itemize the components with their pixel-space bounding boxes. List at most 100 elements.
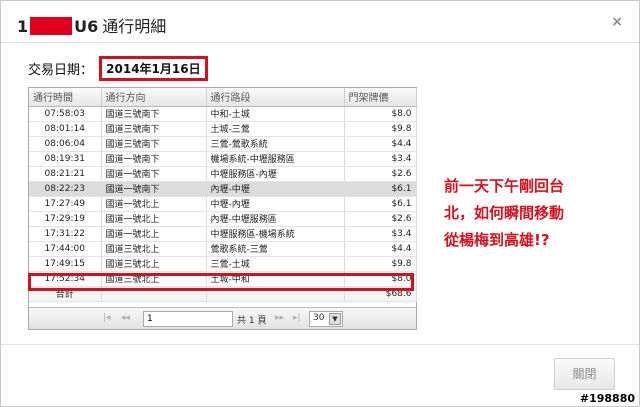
cell-segment: 中壢服務區-內壢 [206,166,345,182]
cell-time: 17:49:15 [29,256,102,272]
cell-time: 17:27:49 [29,196,102,212]
cell-time: 08:21:21 [29,166,102,182]
table-row[interactable]: 08:01:14 國道三號南下 土城-三鶯 $9.8 [29,121,417,137]
cell-time: 17:29:19 [29,211,102,227]
cell-price: $3.4 [344,151,417,167]
dialog: 1 U6 通行明細 × 交易日期： 2014年1月16日 通行時間 通行方向 通行路… [0,0,640,407]
cell-price: $4.4 [344,136,417,152]
cell-segment: 中壢-內壢 [206,196,345,212]
date-label: 交易日期： [28,63,94,78]
table-row[interactable]: 08:21:21 國道一號南下 中壢服務區-內壢 $2.6 [29,166,417,182]
last-page-icon[interactable]: ▸| [293,313,301,323]
cell-price: $4.4 [344,241,417,257]
cell-segment: 土城-中和 [206,271,345,287]
cell-direction: 國道三號北上 [101,271,207,287]
toll-records-grid: 通行時間 通行方向 通行路段 門架牌價 07:58:03 國道三號南下 中和-土城 $… [28,87,417,330]
cell-segment: 機場系統-中壢服務區 [206,151,345,167]
cell-direction: 國道一號北上 [101,196,207,212]
table-header-row: 通行時間 通行方向 通行路段 門架牌價 [29,88,417,107]
table-row[interactable]: 07:58:03 國道三號南下 中和-土城 $8.0 [29,106,417,122]
cell-direction: 國道一號南下 [101,166,207,182]
cell-time: 17:52:34 [29,271,102,287]
cell-time: 07:58:03 [29,106,102,122]
table-row[interactable]: 17:49:15 國道三號北上 三鶯-土城 $9.8 [29,256,417,272]
cell-direction: 國道三號北上 [101,241,207,257]
cell-segment: 三鶯-鶯歌系統 [206,136,345,152]
cell-time: 08:19:31 [29,151,102,167]
dialog-titlebar: 1 U6 通行明細 × [1,1,639,43]
footer-divider [1,344,639,345]
table-row[interactable]: 17:27:49 國道一號北上 中壢-內壢 $6.1 [29,196,417,212]
total-label: 合計 [29,286,102,302]
cell-direction: 國道一號北上 [101,226,207,242]
cell-time: 08:22:23 [29,181,102,197]
page-size-select[interactable]: 30 ▼ [309,311,343,327]
cell-segment: 三鶯-土城 [206,256,345,272]
cell-time: 17:31:22 [29,226,102,242]
redaction-block [30,17,73,35]
note-line-3: 從楊梅到高雄!? [444,231,550,249]
cell-segment: 鶯歌系統-三鶯 [206,241,345,257]
pagination-bar: |◂ ◂◂ 共 1 頁 ▸▸ ▸| 30 ▼ [29,307,416,329]
note-line-2: 北，如何瞬間移動 [444,204,565,222]
chevron-down-icon[interactable]: ▼ [329,313,341,325]
close-icon[interactable]: × [611,14,623,30]
column-header-direction[interactable]: 通行方向 [101,88,207,107]
dialog-title: 1 U6 通行明細 [17,13,167,36]
cell-price: $6.1 [344,181,417,197]
table-row[interactable]: 08:06:04 國道三號南下 三鶯-鶯歌系統 $4.4 [29,136,417,152]
table-row[interactable]: 17:44:00 國道三號北上 鶯歌系統-三鶯 $4.4 [29,241,417,257]
table-row[interactable]: 17:31:22 國道一號北上 中壢服務區-機場系統 $3.4 [29,226,417,242]
date-value: 2014年1月16日 [99,56,208,81]
cell-price: $2.6 [344,211,417,227]
cell-price: $8.0 [344,106,417,122]
red-annotation-note: 前一天下午剛回台 北，如何瞬間移動 從楊梅到高雄!? [444,173,634,254]
note-line-1: 前一天下午剛回台 [444,177,565,195]
cell-time: 08:06:04 [29,136,102,152]
title-prefix: 1 [17,17,29,36]
cell-time: 08:01:14 [29,121,102,137]
cell-direction: 國道一號南下 [101,181,207,197]
table-row-highlighted[interactable]: 17:52:34 國道三號北上 土城-中和 $8.0 [29,271,417,287]
cell-direction: 國道三號南下 [101,106,207,122]
cell-price: $2.6 [344,166,417,182]
column-header-time[interactable]: 通行時間 [29,88,102,107]
page-size-value: 30 [313,313,325,323]
page-number-input[interactable] [143,311,233,327]
cell-time: 17:44:00 [29,241,102,257]
empty-cell [206,286,345,302]
transaction-date-row: 交易日期： 2014年1月16日 [28,56,208,81]
table-row[interactable]: 17:29:19 國道一號北上 內壢-中壢服務區 $2.6 [29,211,417,227]
cell-direction: 國道三號南下 [101,136,207,152]
watermark-id: #198880 [577,392,637,405]
cell-price: $3.4 [344,226,417,242]
table-total-row: 合計 $68.6 [29,286,417,302]
cell-segment: 中壢服務區-機場系統 [206,226,345,242]
cell-direction: 國道三號南下 [101,121,207,137]
column-header-segment[interactable]: 通行路段 [206,88,345,107]
empty-cell [101,286,207,302]
total-value: $68.6 [344,286,417,302]
prev-page-icon[interactable]: ◂◂ [121,313,130,323]
table-row[interactable]: 08:19:31 國道一號南下 機場系統-中壢服務區 $3.4 [29,151,417,167]
cell-price: $6.1 [344,196,417,212]
table-row-selected[interactable]: 08:22:23 國道一號南下 內壢-中壢 $6.1 [29,181,417,197]
cell-price: $9.8 [344,256,417,272]
cell-segment: 土城-三鶯 [206,121,345,137]
close-button[interactable]: 關閉 [554,358,615,390]
cell-segment: 內壢-中壢 [206,181,345,197]
cell-segment: 內壢-中壢服務區 [206,211,345,227]
title-suffix: U6 [74,17,99,36]
first-page-icon[interactable]: |◂ [103,313,111,323]
cell-price: $8.0 [344,271,417,287]
toll-records-table: 通行時間 通行方向 通行路段 門架牌價 07:58:03 國道三號南下 中和-土城 $… [29,88,417,302]
cell-direction: 國道一號南下 [101,151,207,167]
cell-segment: 中和-土城 [206,106,345,122]
title-text: 通行明細 [102,17,167,36]
cell-direction: 國道三號北上 [101,256,207,272]
column-header-price[interactable]: 門架牌價 [344,88,417,107]
page-count-label: 共 1 頁 [237,316,267,326]
next-page-icon[interactable]: ▸▸ [275,313,284,323]
cell-price: $9.8 [344,121,417,137]
cell-direction: 國道一號北上 [101,211,207,227]
